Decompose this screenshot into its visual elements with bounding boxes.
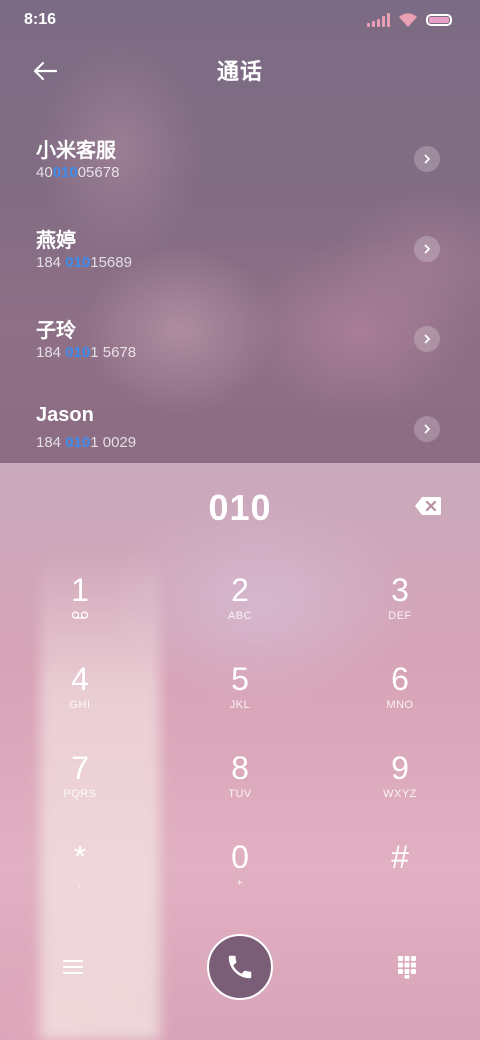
signal-icon [367,13,390,27]
backspace-button[interactable] [414,496,442,518]
contact-number: 4001005678 [36,164,120,181]
entered-number: 010 [208,487,272,528]
contact-detail-button[interactable] [414,326,440,352]
phone-icon [228,955,252,979]
key-2[interactable]: 2 ABC [160,570,320,659]
key-7[interactable]: 7 PQRS [0,748,160,837]
number-match-highlight: 010 [52,164,78,181]
key-digit: * [73,839,87,875]
contact-number: 184 0101 5678 [36,344,137,361]
key-5[interactable]: 5 JKL [160,659,320,748]
status-icons [367,12,452,28]
dialer-action-bar [0,932,480,1002]
dial-display: 010 [0,480,480,536]
contact-item[interactable]: 小米客服 4001005678 [0,118,480,208]
keypad-toggle-button[interactable] [392,952,422,982]
key-digit: 6 [391,661,409,697]
key-6[interactable]: 6 MNO [320,659,480,748]
key-letters: WXYZ [383,788,417,800]
voicemail-icon [71,610,89,624]
number-match-highlight: 010 [65,434,91,451]
key-hash[interactable]: # [320,837,480,926]
key-0[interactable]: 0 + [160,837,320,926]
dialpad-icon [398,956,416,979]
key-letters: MNO [386,699,414,711]
key-letters: DEF [388,610,412,622]
key-letters: ABC [227,610,253,622]
key-letters: JKL [229,699,251,711]
key-letters: , [78,877,82,889]
status-time: 8:16 [24,11,57,28]
number-match-highlight: 010 [65,344,91,361]
key-3[interactable]: 3 DEF [320,570,480,659]
dial-keypad: 1 2 ABC 3 DEF 4 GHI 5 JKL 6 MNO 7 PQRS 8… [0,570,480,926]
key-digit: 3 [391,572,409,608]
contact-number: 184 0101 0029 [36,434,137,451]
key-letters: GHI [69,699,91,711]
key-digit: 9 [391,750,409,786]
key-1[interactable]: 1 [0,570,160,659]
key-digit: 8 [231,750,249,786]
key-digit: 5 [231,661,249,697]
key-digit: # [391,839,409,875]
wifi-icon [399,13,417,27]
contact-detail-button[interactable] [414,416,440,442]
chevron-right-icon [424,154,431,164]
key-digit: 1 [71,572,89,608]
status-bar: 8:16 [0,0,480,40]
chevron-right-icon [424,424,431,434]
key-digit: 4 [71,661,89,697]
key-digit: 7 [71,750,89,786]
contact-detail-button[interactable] [414,236,440,262]
key-digit: 2 [231,572,249,608]
contact-detail-button[interactable] [414,146,440,172]
number-match-highlight: 010 [65,254,91,271]
page-title: 通话 [216,59,263,84]
backspace-icon [415,497,441,515]
menu-icon [63,960,83,974]
key-9[interactable]: 9 WXYZ [320,748,480,837]
call-button[interactable] [207,934,273,1000]
contact-suggestion-list: 小米客服 4001005678 燕婷 184 01015689 子玲 184 0… [0,118,480,478]
contact-item[interactable]: Jason 184 0101 0029 [0,388,480,478]
chevron-right-icon [424,334,431,344]
key-letters: + [236,877,244,889]
arrow-left-icon [33,61,58,81]
header: 通话 [0,48,480,92]
key-digit: 0 [231,839,249,875]
battery-icon [426,14,452,26]
contact-item[interactable]: 子玲 184 0101 5678 [0,298,480,388]
key-8[interactable]: 8 TUV [160,748,320,837]
menu-button[interactable] [58,952,88,982]
key-letters: PQRS [63,788,97,800]
contact-item[interactable]: 燕婷 184 01015689 [0,208,480,298]
key-star[interactable]: * , [0,837,160,926]
chevron-right-icon [424,244,431,254]
back-button[interactable] [28,54,62,88]
contact-number: 184 01015689 [36,254,132,271]
key-letters: TUV [228,788,252,800]
key-4[interactable]: 4 GHI [0,659,160,748]
